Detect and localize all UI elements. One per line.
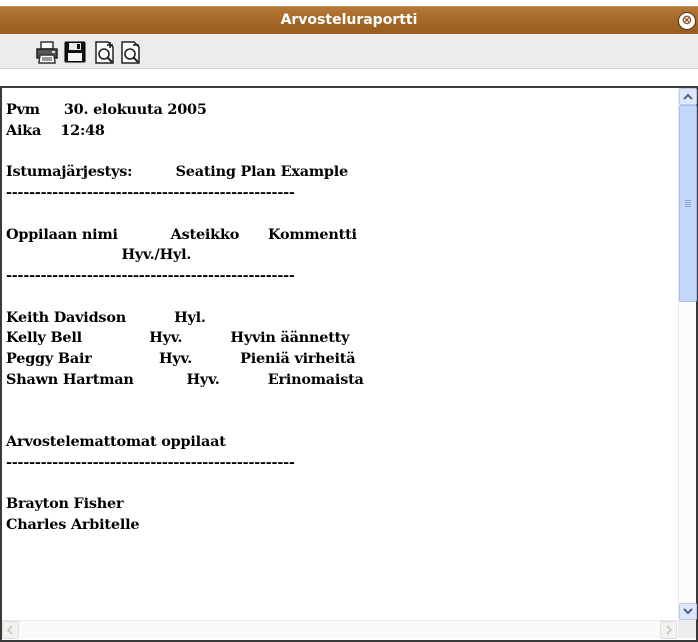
report-line: ----------------------------------------… bbox=[6, 453, 295, 471]
floppy-disk-icon bbox=[64, 41, 86, 63]
vertical-scrollbar[interactable] bbox=[678, 88, 697, 620]
chevron-down-icon bbox=[683, 608, 693, 615]
report-line bbox=[6, 142, 364, 163]
printer-icon bbox=[36, 41, 58, 64]
report-line: Shawn Hartman Hyv. Erinomaista bbox=[6, 370, 364, 388]
zoom-in-button[interactable] bbox=[92, 39, 118, 65]
report-text: Pvm 30. elokuuta 2005 Aika 12:48 Istumajä… bbox=[6, 100, 364, 536]
report-line: Oppilaan nimi Asteikko Kommentti bbox=[6, 225, 357, 243]
close-icon[interactable]: ⊗ bbox=[678, 12, 696, 30]
report-line bbox=[6, 204, 364, 225]
report-line: Istumajärjestys: Seating Plan Example bbox=[6, 163, 348, 181]
zoom-in-page-icon bbox=[95, 41, 114, 64]
horizontal-scrollbar[interactable] bbox=[2, 620, 678, 639]
report-line: Aika 12:48 bbox=[6, 121, 105, 139]
scrollbar-corner bbox=[678, 620, 696, 638]
title-bar: Arvosteluraportti ⊗ bbox=[0, 6, 698, 34]
report-line: Hyv./Hyl. bbox=[6, 246, 192, 264]
save-button[interactable] bbox=[62, 39, 88, 65]
report-line: Pvm 30. elokuuta 2005 bbox=[6, 101, 207, 118]
chevron-up-icon bbox=[683, 93, 693, 100]
window-title: Arvosteluraportti bbox=[280, 12, 418, 28]
report-line: Kelly Bell Hyv. Hyvin äännetty bbox=[6, 329, 350, 347]
report-line bbox=[6, 411, 364, 432]
print-button[interactable] bbox=[34, 39, 60, 65]
scroll-up-button[interactable] bbox=[679, 88, 697, 105]
chevron-right-icon bbox=[666, 625, 673, 635]
report-line bbox=[6, 391, 364, 412]
report-line: Charles Arbitelle bbox=[6, 516, 140, 533]
report-content: Pvm 30. elokuuta 2005 Aika 12:48 Istumajä… bbox=[2, 88, 678, 620]
toolbar bbox=[0, 34, 698, 69]
report-line: ----------------------------------------… bbox=[6, 184, 295, 201]
zoom-out-button[interactable] bbox=[118, 39, 144, 65]
scroll-right-button[interactable] bbox=[660, 621, 677, 639]
report-line: Peggy Bair Hyv. Pieniä virheitä bbox=[6, 350, 356, 367]
scroll-down-button[interactable] bbox=[679, 603, 697, 620]
scroll-left-button[interactable] bbox=[2, 621, 19, 639]
zoom-out-page-icon bbox=[121, 41, 140, 64]
chevron-left-icon bbox=[6, 625, 13, 635]
report-viewer: Pvm 30. elokuuta 2005 Aika 12:48 Istumajä… bbox=[0, 86, 698, 642]
vertical-scroll-thumb[interactable] bbox=[679, 105, 697, 302]
report-line bbox=[6, 287, 364, 308]
report-line bbox=[6, 474, 364, 495]
report-line: Brayton Fisher bbox=[6, 495, 124, 513]
report-line: Keith Davidson Hyl. bbox=[6, 308, 206, 326]
report-line: Arvostelemattomat oppilaat bbox=[6, 433, 226, 450]
report-line: ----------------------------------------… bbox=[6, 267, 295, 284]
